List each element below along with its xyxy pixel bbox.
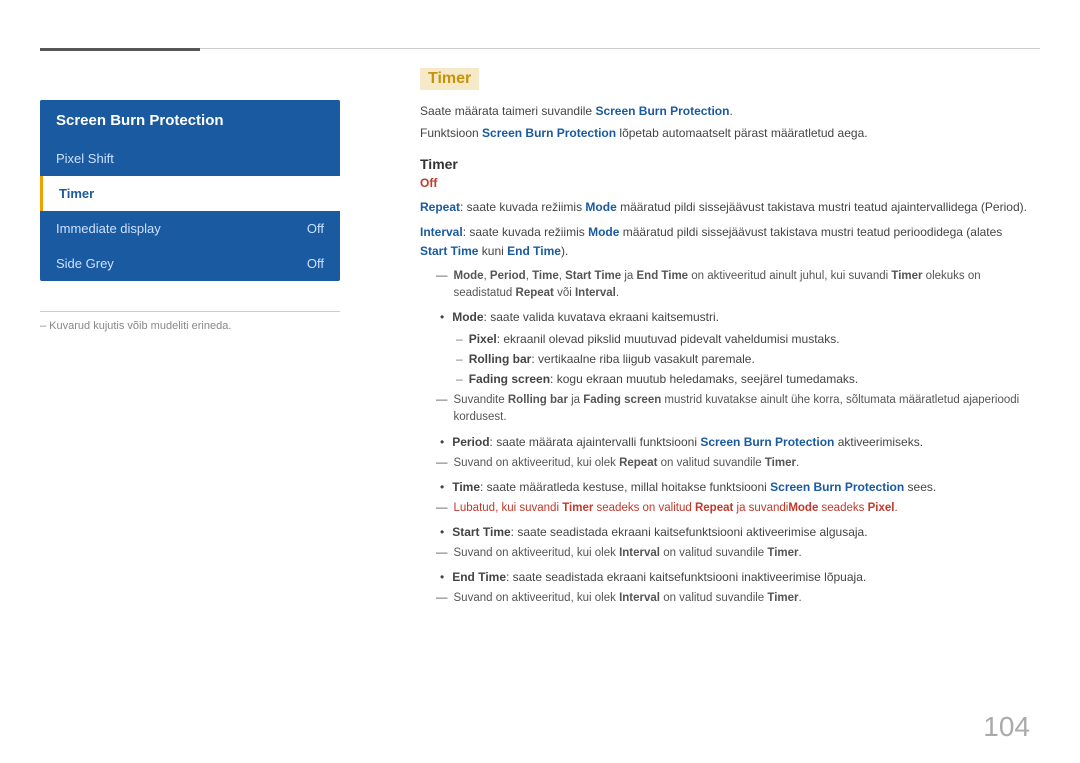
intro-line-2: Funktsioon Screen Burn Protection lõpeta… <box>420 124 1030 142</box>
menu-item-value: Off <box>307 256 324 271</box>
menu-item-pixel-shift[interactable]: Pixel Shift <box>40 141 340 176</box>
menu-box: Screen Burn Protection Pixel Shift Timer… <box>40 100 340 281</box>
bullet-start-time: Start Time: saate seadistada ekraani kai… <box>440 523 1030 541</box>
left-panel: Screen Burn Protection Pixel Shift Timer… <box>40 100 340 332</box>
bullet-time: Time: saate määratleda kestuse, millal h… <box>440 478 1030 496</box>
note-mode-period: Mode, Period, Time, Start Time ja End Ti… <box>436 268 1030 303</box>
right-content: Timer Saate määrata taimeri suvandile Sc… <box>420 68 1030 703</box>
intro-highlight-2: Screen Burn Protection <box>482 126 616 140</box>
page-number: 104 <box>983 711 1030 743</box>
sub-bullet-fading: Fading screen: kogu ekraan muutub heleda… <box>456 370 1030 388</box>
para-repeat: Repeat: saate kuvada režiimis Mode määra… <box>420 198 1030 217</box>
sub-bullet-rolling: Rolling bar: vertikaalne riba liigub vas… <box>456 350 1030 368</box>
menu-item-label: Pixel Shift <box>56 151 114 166</box>
menu-item-value: Off <box>307 221 324 236</box>
section-title: Timer <box>420 68 479 90</box>
menu-item-side-grey[interactable]: Side Grey Off <box>40 246 340 281</box>
bullet-mode: Mode: saate valida kuvatava ekraani kait… <box>440 308 1030 326</box>
menu-item-label: Immediate display <box>56 221 161 236</box>
note-period: Suvand on aktiveeritud, kui olek Repeat … <box>436 455 1030 472</box>
intro-line-1: Saate määrata taimeri suvandile Screen B… <box>420 102 1030 120</box>
bullet-period: Period: saate määrata ajaintervalli funk… <box>440 433 1030 451</box>
status-off: Off <box>420 176 1030 190</box>
menu-item-label: Side Grey <box>56 256 114 271</box>
sub-bullet-pixel: Pixel: ekraanil olevad pikslid muutuvad … <box>456 330 1030 348</box>
menu-item-immediate-display[interactable]: Immediate display Off <box>40 211 340 246</box>
note-end-time: Suvand on aktiveeritud, kui olek Interva… <box>436 590 1030 607</box>
note-start-time: Suvand on aktiveeritud, kui olek Interva… <box>436 545 1030 562</box>
para-interval: Interval: saate kuvada režiimis Mode mää… <box>420 223 1030 261</box>
footnote: – Kuvarud kujutis võib mudeliti erineda. <box>40 311 340 332</box>
top-border-accent <box>40 48 200 51</box>
note-rolling-fading: Suvandite Rolling bar ja Fading screen m… <box>436 392 1030 427</box>
bullet-end-time: End Time: saate seadistada ekraani kaits… <box>440 568 1030 586</box>
menu-title: Screen Burn Protection <box>40 100 340 141</box>
intro-highlight-1: Screen Burn Protection <box>595 104 729 118</box>
note-time: Lubatud, kui suvandi Timer seadeks on va… <box>436 500 1030 517</box>
sub-title-timer: Timer <box>420 156 1030 172</box>
menu-item-label: Timer <box>59 186 94 201</box>
menu-item-timer[interactable]: Timer <box>40 176 340 211</box>
